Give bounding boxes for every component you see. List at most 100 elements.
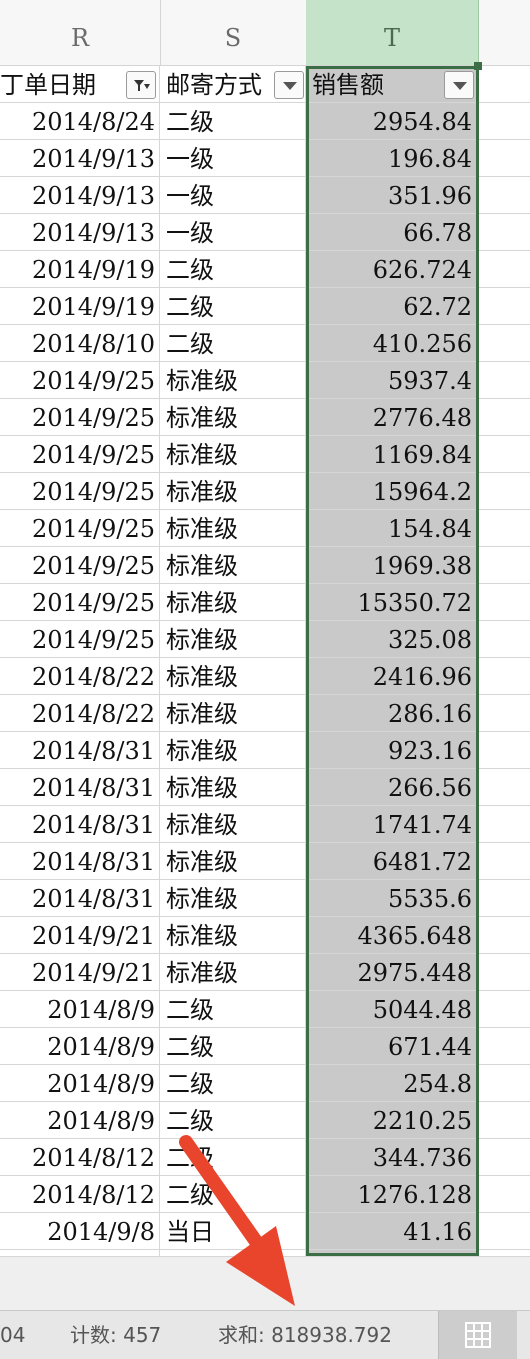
cell-u[interactable] <box>479 954 530 990</box>
order-date-cell[interactable]: 2014/8/31 <box>0 843 160 879</box>
sales-cell[interactable]: 5535.6 <box>306 880 479 916</box>
ship-mode-cell[interactable]: 标准级 <box>160 584 306 620</box>
sales-cell[interactable]: 62.72 <box>306 288 479 324</box>
ship-mode-cell[interactable]: 二级 <box>160 288 306 324</box>
order-date-cell[interactable]: 2014/9/8 <box>0 1213 160 1249</box>
cell-u[interactable] <box>479 103 530 139</box>
order-date-cell[interactable]: 2014/9/13 <box>0 140 160 176</box>
normal-view-button[interactable] <box>438 1311 517 1359</box>
order-date-cell[interactable]: 2014/8/12 <box>0 1176 160 1212</box>
order-date-cell[interactable]: 2014/9/19 <box>0 288 160 324</box>
sales-cell[interactable]: 15350.72 <box>306 584 479 620</box>
cell-u[interactable] <box>479 214 530 250</box>
order-date-cell[interactable]: 2014/8/9 <box>0 991 160 1027</box>
column-header-r[interactable]: R <box>0 0 161 65</box>
ship-mode-cell[interactable]: 标准级 <box>160 732 306 768</box>
cell-u[interactable] <box>479 991 530 1027</box>
order-date-cell[interactable]: 2014/8/9 <box>0 1102 160 1138</box>
order-date-cell[interactable]: 2014/8/31 <box>0 732 160 768</box>
ship-mode-cell[interactable]: 标准级 <box>160 917 306 953</box>
order-date-cell[interactable]: 2014/9/25 <box>0 547 160 583</box>
sales-cell[interactable]: 2975.448 <box>306 954 479 990</box>
order-date-cell[interactable]: 2014/8/31 <box>0 806 160 842</box>
ship-mode-cell[interactable]: 二级 <box>160 1139 306 1175</box>
cell-u[interactable] <box>479 1139 530 1175</box>
sales-cell[interactable]: 2776.48 <box>306 399 479 435</box>
dropdown-arrow-icon[interactable] <box>274 71 304 99</box>
order-date-cell[interactable]: 2014/9/21 <box>0 954 160 990</box>
cell-u[interactable] <box>479 140 530 176</box>
cell-u[interactable] <box>479 1213 530 1249</box>
dropdown-arrow-icon[interactable] <box>444 71 474 99</box>
sales-cell[interactable]: 410.256 <box>306 325 479 361</box>
cell-u[interactable] <box>479 658 530 694</box>
cell-u[interactable] <box>479 917 530 953</box>
cell-u[interactable] <box>479 880 530 916</box>
order-date-cell[interactable]: 2014/8/31 <box>0 769 160 805</box>
order-date-cell[interactable]: 2014/8/22 <box>0 695 160 731</box>
ship-mode-cell[interactable]: 当日 <box>160 1213 306 1249</box>
sales-cell[interactable]: 4365.648 <box>306 917 479 953</box>
order-date-cell[interactable]: 2014/9/25 <box>0 473 160 509</box>
order-date-cell[interactable]: 2014/8/9 <box>0 1028 160 1064</box>
ship-mode-cell[interactable]: 标准级 <box>160 399 306 435</box>
cell-u[interactable] <box>479 1102 530 1138</box>
sales-cell[interactable]: 1969.38 <box>306 547 479 583</box>
cell-u[interactable] <box>479 732 530 768</box>
cell-u[interactable] <box>479 288 530 324</box>
order-date-cell[interactable]: 2014/9/13 <box>0 177 160 213</box>
cell-u[interactable] <box>479 325 530 361</box>
order-date-cell[interactable]: 2014/9/25 <box>0 621 160 657</box>
order-date-cell[interactable]: 2014/8/31 <box>0 880 160 916</box>
order-date-cell[interactable]: 2014/8/22 <box>0 658 160 694</box>
sales-cell[interactable]: 254.8 <box>306 1065 479 1101</box>
order-date-cell[interactable]: 2014/9/19 <box>0 251 160 287</box>
sales-cell[interactable]: 923.16 <box>306 732 479 768</box>
cell-u[interactable] <box>479 436 530 472</box>
cell-u[interactable] <box>479 621 530 657</box>
order-date-cell[interactable]: 2014/9/21 <box>0 917 160 953</box>
cell-u[interactable] <box>479 66 530 102</box>
ship-mode-cell[interactable]: 二级 <box>160 325 306 361</box>
cell-u[interactable] <box>479 695 530 731</box>
sales-cell[interactable]: 2416.96 <box>306 658 479 694</box>
order-date-cell[interactable]: 2014/8/9 <box>0 1065 160 1101</box>
order-date-cell[interactable]: 2014/8/12 <box>0 1139 160 1175</box>
filter-funnel-icon[interactable] <box>126 71 156 99</box>
sales-cell[interactable]: 266.56 <box>306 769 479 805</box>
sales-cell[interactable]: 286.16 <box>306 695 479 731</box>
cell-u[interactable] <box>479 1028 530 1064</box>
cell-u[interactable] <box>479 473 530 509</box>
sales-cell[interactable]: 626.724 <box>306 251 479 287</box>
order-date-cell[interactable]: 2014/8/24 <box>0 103 160 139</box>
ship-mode-cell[interactable]: 二级 <box>160 1102 306 1138</box>
cell-u[interactable] <box>479 510 530 546</box>
ship-mode-cell[interactable]: 标准级 <box>160 695 306 731</box>
ship-mode-cell[interactable]: 标准级 <box>160 658 306 694</box>
sales-cell[interactable]: 66.78 <box>306 214 479 250</box>
ship-mode-cell[interactable]: 标准级 <box>160 806 306 842</box>
sales-cell[interactable]: 6481.72 <box>306 843 479 879</box>
sales-cell[interactable]: 351.96 <box>306 177 479 213</box>
cell-u[interactable] <box>479 806 530 842</box>
ship-mode-cell[interactable]: 二级 <box>160 1176 306 1212</box>
order-date-cell[interactable]: 2014/9/13 <box>0 214 160 250</box>
ship-mode-cell[interactable]: 一级 <box>160 177 306 213</box>
ship-mode-cell[interactable]: 二级 <box>160 1065 306 1101</box>
cell-u[interactable] <box>479 251 530 287</box>
ship-mode-cell[interactable]: 标准级 <box>160 954 306 990</box>
cell-u[interactable] <box>479 584 530 620</box>
ship-mode-cell[interactable]: 标准级 <box>160 621 306 657</box>
sales-cell[interactable]: 41.16 <box>306 1213 479 1249</box>
cell-u[interactable] <box>479 1065 530 1101</box>
ship-mode-cell[interactable]: 二级 <box>160 1028 306 1064</box>
order-date-cell[interactable]: 2014/9/25 <box>0 510 160 546</box>
order-date-cell[interactable]: 2014/9/25 <box>0 436 160 472</box>
ship-mode-cell[interactable]: 二级 <box>160 991 306 1027</box>
sales-cell[interactable]: 1741.74 <box>306 806 479 842</box>
sales-cell[interactable]: 344.736 <box>306 1139 479 1175</box>
cell-u[interactable] <box>479 1176 530 1212</box>
ship-mode-cell[interactable]: 标准级 <box>160 547 306 583</box>
order-date-cell[interactable]: 2014/9/25 <box>0 362 160 398</box>
cell-u[interactable] <box>479 362 530 398</box>
